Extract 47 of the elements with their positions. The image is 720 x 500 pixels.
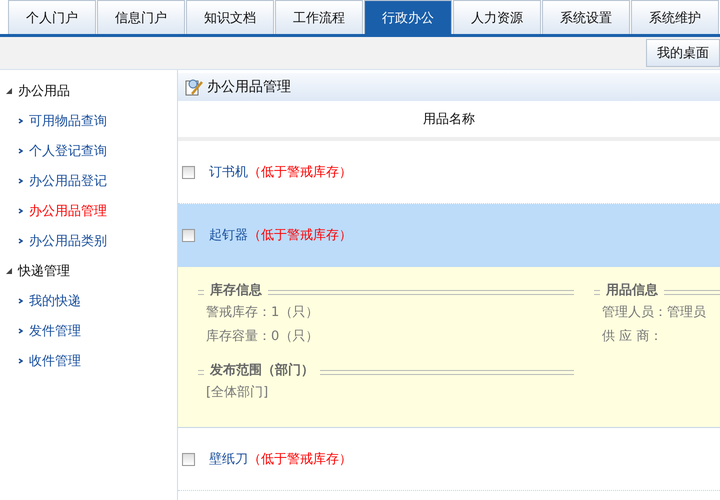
- triangle-icon: [6, 88, 12, 94]
- sidebar-link[interactable]: 我的快递: [0, 286, 177, 316]
- sidebar-link[interactable]: 发件管理: [0, 316, 177, 346]
- chevron-icon: [18, 358, 23, 364]
- section-title: 库存信息: [210, 282, 262, 299]
- chevron-icon: [18, 178, 23, 184]
- chevron-icon: [18, 238, 23, 244]
- item-name: 壁纸刀（低于警戒库存）: [209, 451, 352, 468]
- chevron-icon: [18, 148, 23, 154]
- nav-tab[interactable]: 行政办公: [364, 0, 452, 34]
- sidebar-link[interactable]: 收件管理: [0, 346, 177, 376]
- info-text: [全体部门]: [205, 384, 270, 402]
- sidebar-link[interactable]: 办公用品类别: [0, 226, 177, 256]
- section-title: 用品信息: [606, 282, 658, 299]
- row-checkbox[interactable]: [182, 228, 195, 242]
- triangle-icon: [6, 268, 12, 274]
- row-checkbox[interactable]: [182, 452, 195, 466]
- info-text: 供 应 商：: [601, 328, 664, 346]
- sidebar-group[interactable]: 办公用品: [0, 76, 177, 106]
- chevron-icon: [18, 118, 23, 124]
- chevron-icon: [18, 328, 23, 334]
- panel-title: 办公用品管理: [207, 78, 291, 96]
- sidebar-link[interactable]: 办公用品登记: [0, 166, 177, 196]
- column-header: 用品名称: [423, 111, 475, 128]
- section-title: 发布范围（部门）: [210, 362, 314, 379]
- my-desktop-button[interactable]: 我的桌面: [646, 39, 720, 67]
- nav-tab[interactable]: 信息门户: [97, 0, 185, 34]
- info-text: 警戒库存：1（只）: [205, 304, 320, 322]
- nav-tab[interactable]: 工作流程: [275, 0, 363, 34]
- chevron-icon: [18, 298, 23, 304]
- nav-tab[interactable]: 人力资源: [453, 0, 541, 34]
- info-text: 库存容量：0（只）: [205, 328, 320, 346]
- sidebar-link[interactable]: 办公用品管理: [0, 196, 177, 226]
- item-name: 起钉器（低于警戒库存）: [209, 227, 352, 244]
- edit-document-icon: [184, 77, 204, 97]
- info-text: 管理人员：管理员: [601, 304, 707, 322]
- chevron-icon: [18, 208, 23, 214]
- nav-tab[interactable]: 个人门户: [8, 0, 96, 34]
- sidebar-link[interactable]: 个人登记查询: [0, 136, 177, 166]
- nav-tab[interactable]: 系统设置: [542, 0, 630, 34]
- sidebar-group[interactable]: 快递管理: [0, 256, 177, 286]
- nav-tab[interactable]: 知识文档: [186, 0, 274, 34]
- item-name: 订书机（低于警戒库存）: [209, 164, 352, 181]
- row-checkbox[interactable]: [182, 166, 195, 178]
- item-row[interactable]: 起钉器（低于警戒库存）: [178, 204, 720, 267]
- sidebar-link[interactable]: 可用物品查询: [0, 106, 177, 136]
- nav-tab[interactable]: 系统维护: [631, 0, 719, 34]
